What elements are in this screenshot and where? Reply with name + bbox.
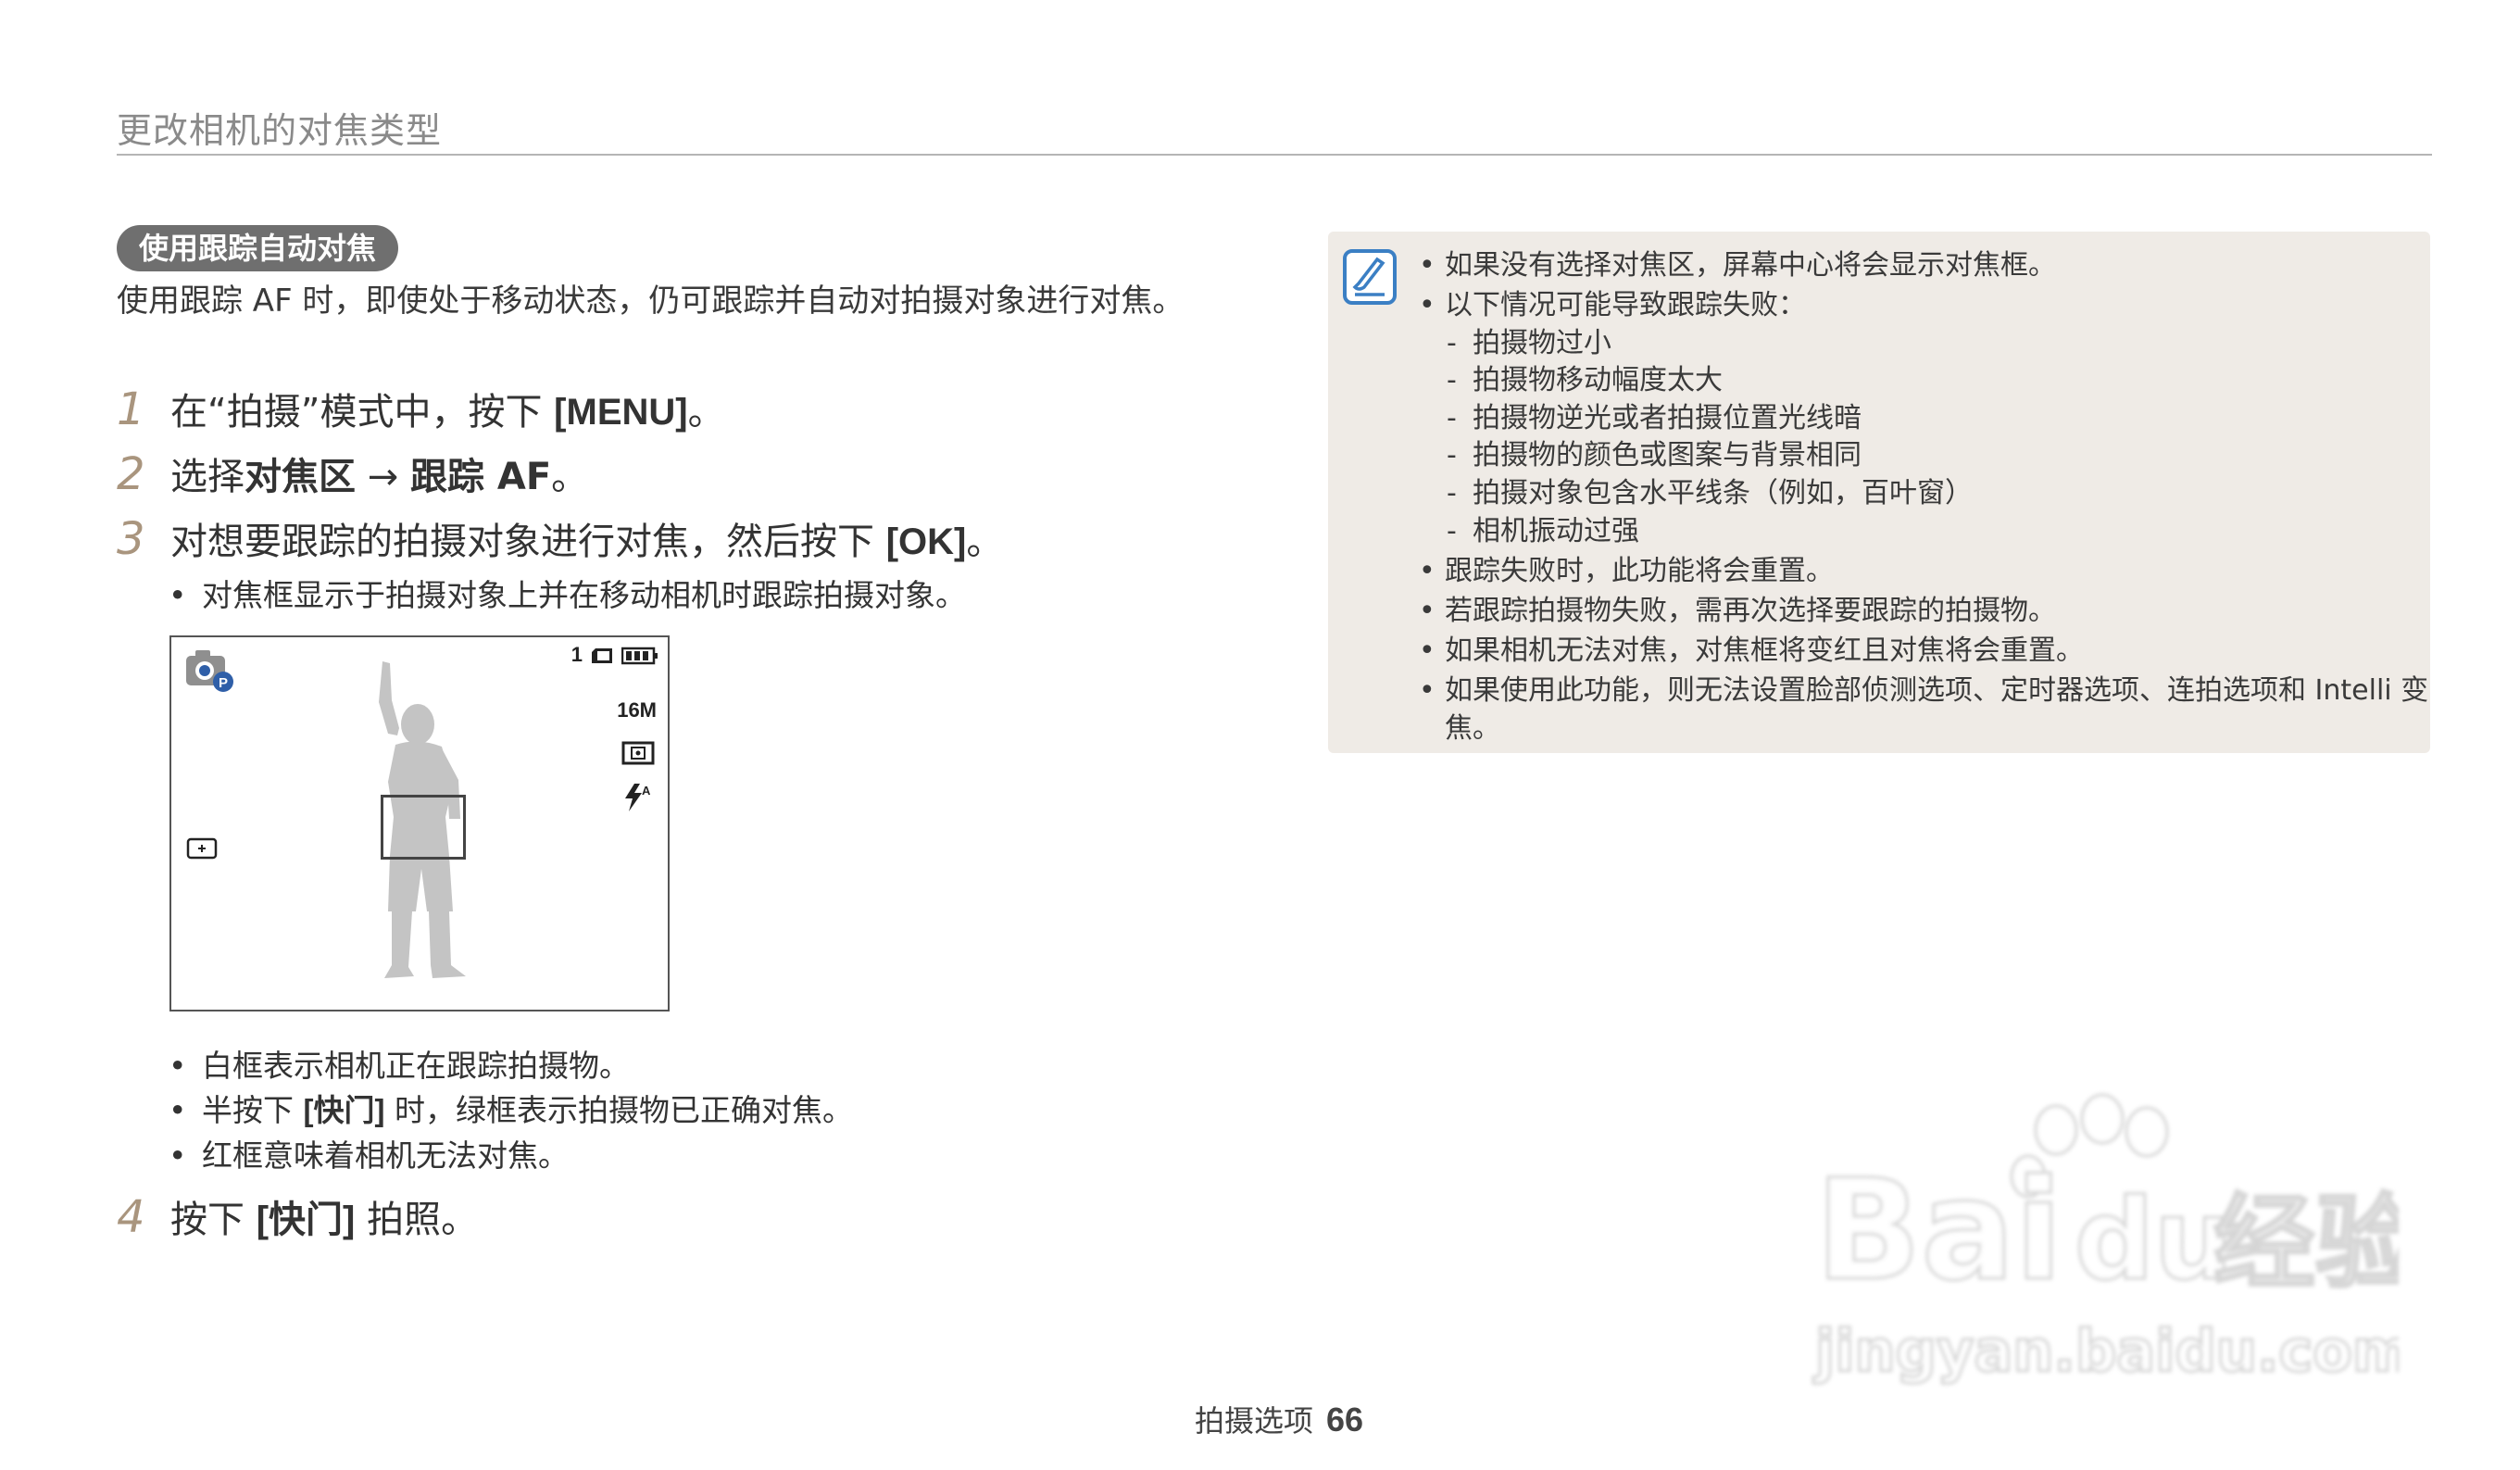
section-title-pill: 使用跟踪自动对焦 [117, 225, 399, 271]
step-number: 2 [117, 448, 145, 500]
metering-icon [621, 741, 655, 765]
baidu-jingyan-watermark: Bai du 经验 jingyan.baidu.com [1812, 1093, 2399, 1387]
note-bullet-1: • 如果没有选择对焦区，屏幕中心将会显示对焦框。 [1419, 249, 2056, 282]
intro-paragraph: 使用跟踪 AF 时，即使处于移动状态，仍可跟踪并自动对拍摄对象进行对焦。 [117, 283, 1185, 320]
camera-viewfinder-illustration: P 1 16M A [169, 635, 670, 1011]
note-pencil-icon [1343, 249, 1397, 305]
note-dash-item: - 拍摄物的颜色或图案与背景相同 [1447, 439, 1862, 471]
watermark-bai: Bai [1815, 1150, 2062, 1312]
footer-section-label: 拍摄选项 [1195, 1403, 1314, 1439]
step-1: 1 在“拍摄”模式中，按下 [MENU]。 [117, 383, 725, 435]
step-number: 3 [117, 513, 145, 565]
page-header-title: 更改相机的对焦类型 [117, 110, 443, 151]
note-bullet-2: • 以下情况可能导致跟踪失败： [1419, 289, 1806, 321]
shutter-key-label: [快门] [256, 1200, 356, 1240]
note-bullet-4: • 若跟踪拍摄物失败，需再次选择要跟踪的拍摄物。 [1419, 595, 2056, 627]
watermark-du: du [2075, 1176, 2233, 1305]
note-bullet-5: • 如果相机无法对焦，对焦框将变红且对焦将会重置。 [1419, 634, 2084, 667]
step-4: 4 按下 [快门] 拍照。 [117, 1191, 479, 1243]
resolution-indicator: 16M [617, 698, 657, 722]
note-dash-item: - 拍摄物逆光或者拍摄位置光线暗 [1447, 402, 1862, 434]
frame-bullet-red: • 红框意味着相机无法对焦。 [169, 1137, 569, 1174]
note-bullet-3: • 跟踪失败时，此功能将会重置。 [1419, 555, 1834, 587]
af-tracking-icon [186, 837, 218, 860]
page-number: 66 [1326, 1401, 1364, 1439]
step-text: 选择 [170, 456, 244, 498]
tracking-af-frame [381, 795, 466, 860]
frame-bullet-green: • 半按下 [快门] 时，绿框表示拍摄物已正确对焦。 [169, 1092, 853, 1128]
frame-bullet-white: • 白框表示相机正在跟踪拍摄物。 [169, 1048, 630, 1084]
shutter-key-label: [快门] [303, 1093, 385, 1127]
note-bullet-6-continued: 焦。 [1445, 712, 1500, 745]
step-text: 在“拍摄”模式中，按下 [170, 391, 555, 433]
flash-auto-icon: A [625, 784, 651, 811]
note-dash-item: - 拍摄对象包含水平线条（例如，百叶窗） [1447, 477, 1973, 509]
ok-key-label: [OK] [885, 521, 967, 562]
note-dash-item: - 拍摄物过小 [1447, 327, 1611, 359]
note-dash-item: - 拍摄物移动幅度太大 [1447, 364, 1723, 396]
card-icon [592, 648, 612, 663]
battery-icon [621, 647, 658, 665]
step-number: 1 [117, 383, 145, 435]
menu-key-label: [MENU] [554, 392, 688, 433]
step-text: 对想要跟踪的拍摄对象进行对焦，然后按下 [170, 521, 886, 563]
note-bullet-6: • 如果使用此功能，则无法设置脸部侦测选项、定时器选项、连拍选项和 Intelli… [1419, 674, 2429, 707]
step-number: 4 [117, 1191, 145, 1243]
svg-text:A: A [642, 784, 651, 798]
step-3: 3 对想要跟踪的拍摄对象进行对焦，然后按下 [OK]。 [117, 513, 1004, 565]
note-dash-item: - 相机振动过强 [1447, 515, 1639, 547]
menu-item-focus-area: 对焦区 [244, 456, 356, 498]
menu-item-tracking-af: 跟踪 AF [409, 456, 552, 498]
step-2: 2 选择对焦区 → 跟踪 AF。 [117, 448, 589, 500]
page-footer: 拍摄选项 66 [1195, 1398, 1363, 1440]
camera-mode-icon: P [186, 650, 233, 692]
step-3-bullet: • 对焦框显示于拍摄对象上并在移动相机时跟踪拍摄对象。 [169, 577, 966, 613]
watermark-url: jingyan.baidu.com [1812, 1317, 2399, 1385]
svg-text:P: P [219, 675, 228, 691]
watermark-jingyan-cn: 经验 [2213, 1184, 2399, 1302]
shot-count: 1 [570, 643, 583, 666]
header-divider [117, 154, 2432, 156]
step-text: 按下 [170, 1199, 257, 1241]
